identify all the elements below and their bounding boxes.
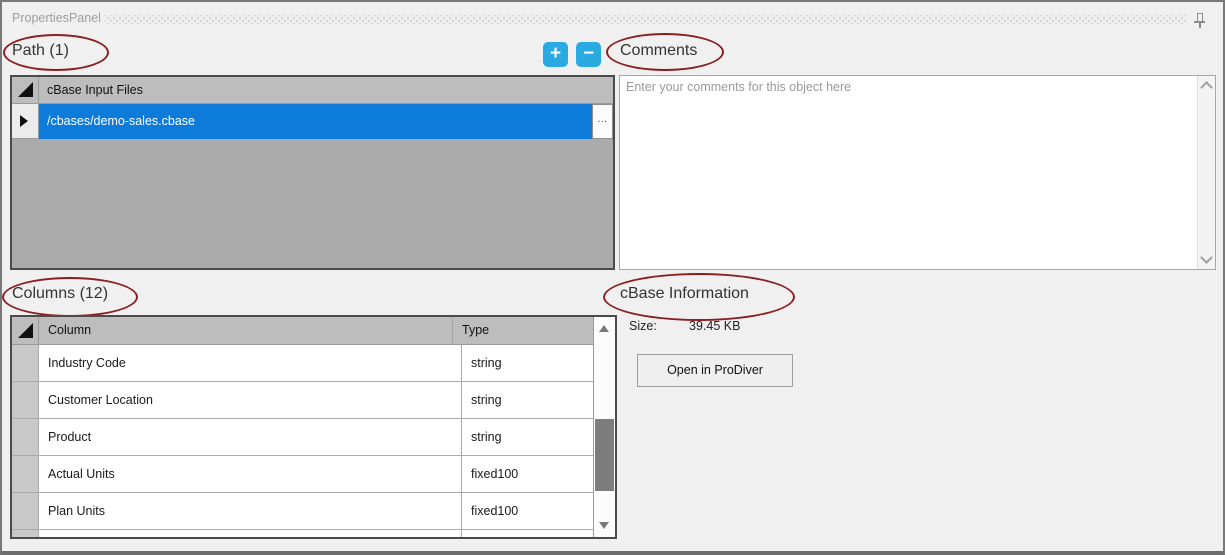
cbase-input-files-table: cBase Input Files /cbases/demo-sales.cba… xyxy=(10,75,615,270)
scroll-up-icon[interactable] xyxy=(1200,81,1213,94)
row-selector-cell[interactable] xyxy=(12,493,39,530)
size-value: 39.45 KB xyxy=(689,319,740,333)
table-row-partial xyxy=(12,530,593,537)
row-selector-cell[interactable] xyxy=(12,456,39,493)
table-row[interactable]: Plan Units fixed100 xyxy=(12,493,593,530)
comments-scrollbar[interactable] xyxy=(1197,76,1215,269)
table-row[interactable]: Industry Code string xyxy=(12,345,593,382)
column-name-cell[interactable]: Product xyxy=(39,419,462,456)
row-selector-cell[interactable] xyxy=(12,104,39,139)
table-row[interactable]: Actual Units fixed100 xyxy=(12,456,593,493)
row-selector-cell[interactable] xyxy=(12,382,39,419)
cbase-info-heading: cBase Information xyxy=(620,285,749,303)
size-label: Size: xyxy=(629,319,657,333)
titlebar-grip[interactable] xyxy=(105,15,1187,24)
add-input-file-button[interactable]: + xyxy=(543,42,568,67)
column-name-cell[interactable]: Plan Units xyxy=(39,493,462,530)
scroll-down-icon[interactable] xyxy=(599,522,609,529)
column-type-cell[interactable]: string xyxy=(462,382,593,419)
properties-panel: PropertiesPanel Path (1) + − Comments cB… xyxy=(0,0,1225,555)
columns-section-heading: Columns (12) xyxy=(12,285,108,303)
column-type-cell[interactable]: string xyxy=(462,345,593,382)
comments-input[interactable] xyxy=(620,76,1197,269)
scroll-down-icon[interactable] xyxy=(1200,251,1213,264)
column-name-cell[interactable]: Actual Units xyxy=(39,456,462,493)
row-selector-cell[interactable] xyxy=(12,419,39,456)
column-name-cell[interactable]: Customer Location xyxy=(39,382,462,419)
column-type-cell[interactable]: string xyxy=(462,419,593,456)
input-files-header-row: cBase Input Files xyxy=(12,77,613,104)
table-row[interactable]: /cbases/demo-sales.cbase ... xyxy=(12,104,613,139)
panel-title: PropertiesPanel xyxy=(12,11,101,25)
scroll-up-icon[interactable] xyxy=(599,325,609,332)
columns-table: Column Type Industry Code string Custome… xyxy=(10,315,617,539)
table-row[interactable]: Customer Location string xyxy=(12,382,593,419)
comments-section-heading: Comments xyxy=(620,42,697,60)
input-files-column-header[interactable]: cBase Input Files xyxy=(39,77,613,103)
columns-header-row: Column Type xyxy=(12,317,593,345)
table-row[interactable]: Product string xyxy=(12,419,593,456)
corner-triangle-icon xyxy=(18,82,33,97)
select-all-cell[interactable] xyxy=(12,317,39,344)
pin-icon[interactable] xyxy=(1193,12,1207,30)
scrollbar-thumb[interactable] xyxy=(595,419,614,491)
comments-editor xyxy=(619,75,1216,270)
input-file-path-cell[interactable]: /cbases/demo-sales.cbase xyxy=(39,104,592,139)
column-type-cell[interactable]: fixed100 xyxy=(462,456,593,493)
column-type-cell[interactable]: fixed100 xyxy=(462,493,593,530)
open-in-prodiver-button[interactable]: Open in ProDiver xyxy=(637,354,793,387)
column-name-header[interactable]: Column xyxy=(39,317,453,344)
browse-file-button[interactable]: ... xyxy=(592,104,613,139)
remove-input-file-button[interactable]: − xyxy=(576,42,601,67)
columns-scrollbar[interactable] xyxy=(593,317,615,537)
current-row-arrow-icon xyxy=(20,115,28,127)
column-type-header[interactable]: Type xyxy=(453,317,593,344)
select-all-cell[interactable] xyxy=(12,77,39,103)
row-selector-cell[interactable] xyxy=(12,345,39,382)
corner-triangle-icon xyxy=(18,323,33,338)
path-section-heading: Path (1) xyxy=(12,42,69,60)
column-name-cell[interactable]: Industry Code xyxy=(39,345,462,382)
